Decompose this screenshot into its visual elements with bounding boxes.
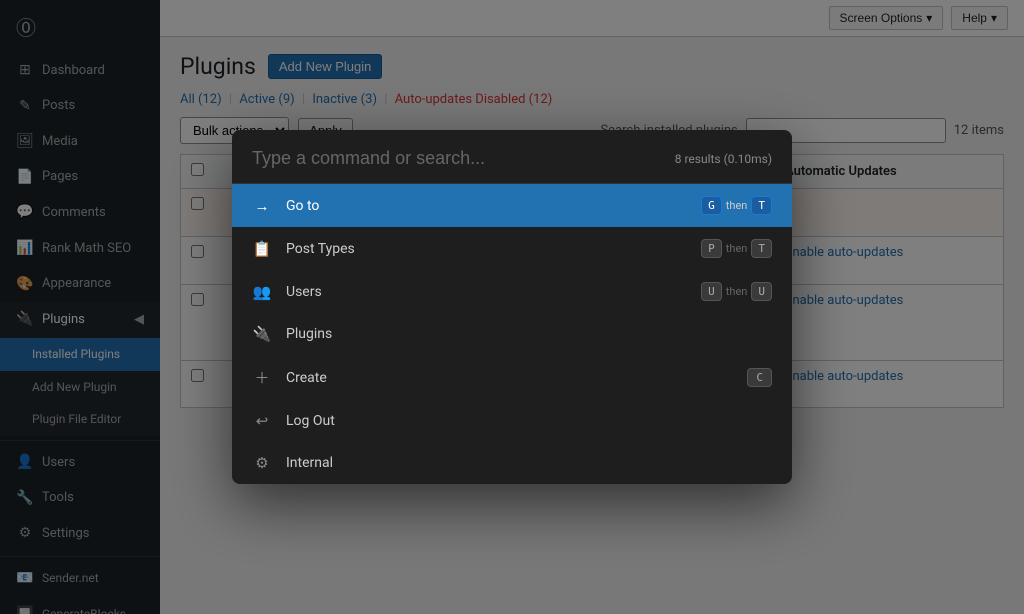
cp-item-label: Post Types: [286, 241, 687, 257]
cp-item-label: Plugins: [286, 326, 772, 342]
cp-item-label: Go to: [286, 198, 687, 214]
cp-item-post-types[interactable]: 📋 Post Types P then T: [232, 227, 792, 270]
shortcut-key-u: U: [701, 282, 722, 301]
plugins-cp-icon: 🔌: [252, 325, 272, 343]
shortcut-key-p: P: [701, 239, 722, 258]
users-cp-icon: 👥: [252, 283, 272, 301]
cp-item-label: Users: [286, 284, 687, 300]
shortcut-key-c: C: [747, 368, 772, 387]
shortcut-key-g: G: [701, 196, 722, 215]
shortcut-then: then: [726, 199, 748, 212]
shortcut-key-t2: T: [751, 239, 772, 258]
command-palette-overlay[interactable]: 8 results (0.10ms) → Go to G then T 📋 Po…: [0, 0, 1024, 614]
internal-icon: ⚙: [252, 454, 272, 472]
post-types-icon: 📋: [252, 240, 272, 258]
shortcut-key-u2: U: [751, 282, 772, 301]
goto-icon: →: [252, 197, 272, 215]
cp-header: 8 results (0.10ms): [232, 130, 792, 173]
cp-results-count: 8 results (0.10ms): [675, 152, 772, 166]
shortcut-then: then: [726, 242, 748, 255]
command-palette: 8 results (0.10ms) → Go to G then T 📋 Po…: [232, 130, 792, 484]
cp-item-internal[interactable]: ⚙ Internal: [232, 442, 792, 484]
cp-shortcut: U then U: [701, 282, 772, 301]
cp-shortcut: P then T: [701, 239, 772, 258]
cp-list: → Go to G then T 📋 Post Types P then T: [232, 184, 792, 484]
cp-item-label: Log Out: [286, 413, 772, 429]
cp-item-goto[interactable]: → Go to G then T: [232, 184, 792, 227]
shortcut-key-t: T: [751, 196, 772, 215]
cp-item-label: Internal: [286, 455, 772, 471]
cp-item-create[interactable]: ＋ Create C: [232, 355, 792, 400]
cp-item-users[interactable]: 👥 Users U then U: [232, 270, 792, 313]
cp-shortcut: G then T: [701, 196, 772, 215]
logout-icon: ↩: [252, 412, 272, 430]
cp-item-logout[interactable]: ↩ Log Out: [232, 400, 792, 442]
create-icon: ＋: [252, 367, 272, 388]
shortcut-then: then: [726, 285, 748, 298]
cp-item-label: Create: [286, 370, 733, 386]
cp-item-plugins[interactable]: 🔌 Plugins: [232, 313, 792, 355]
cp-search-input[interactable]: [252, 144, 668, 173]
